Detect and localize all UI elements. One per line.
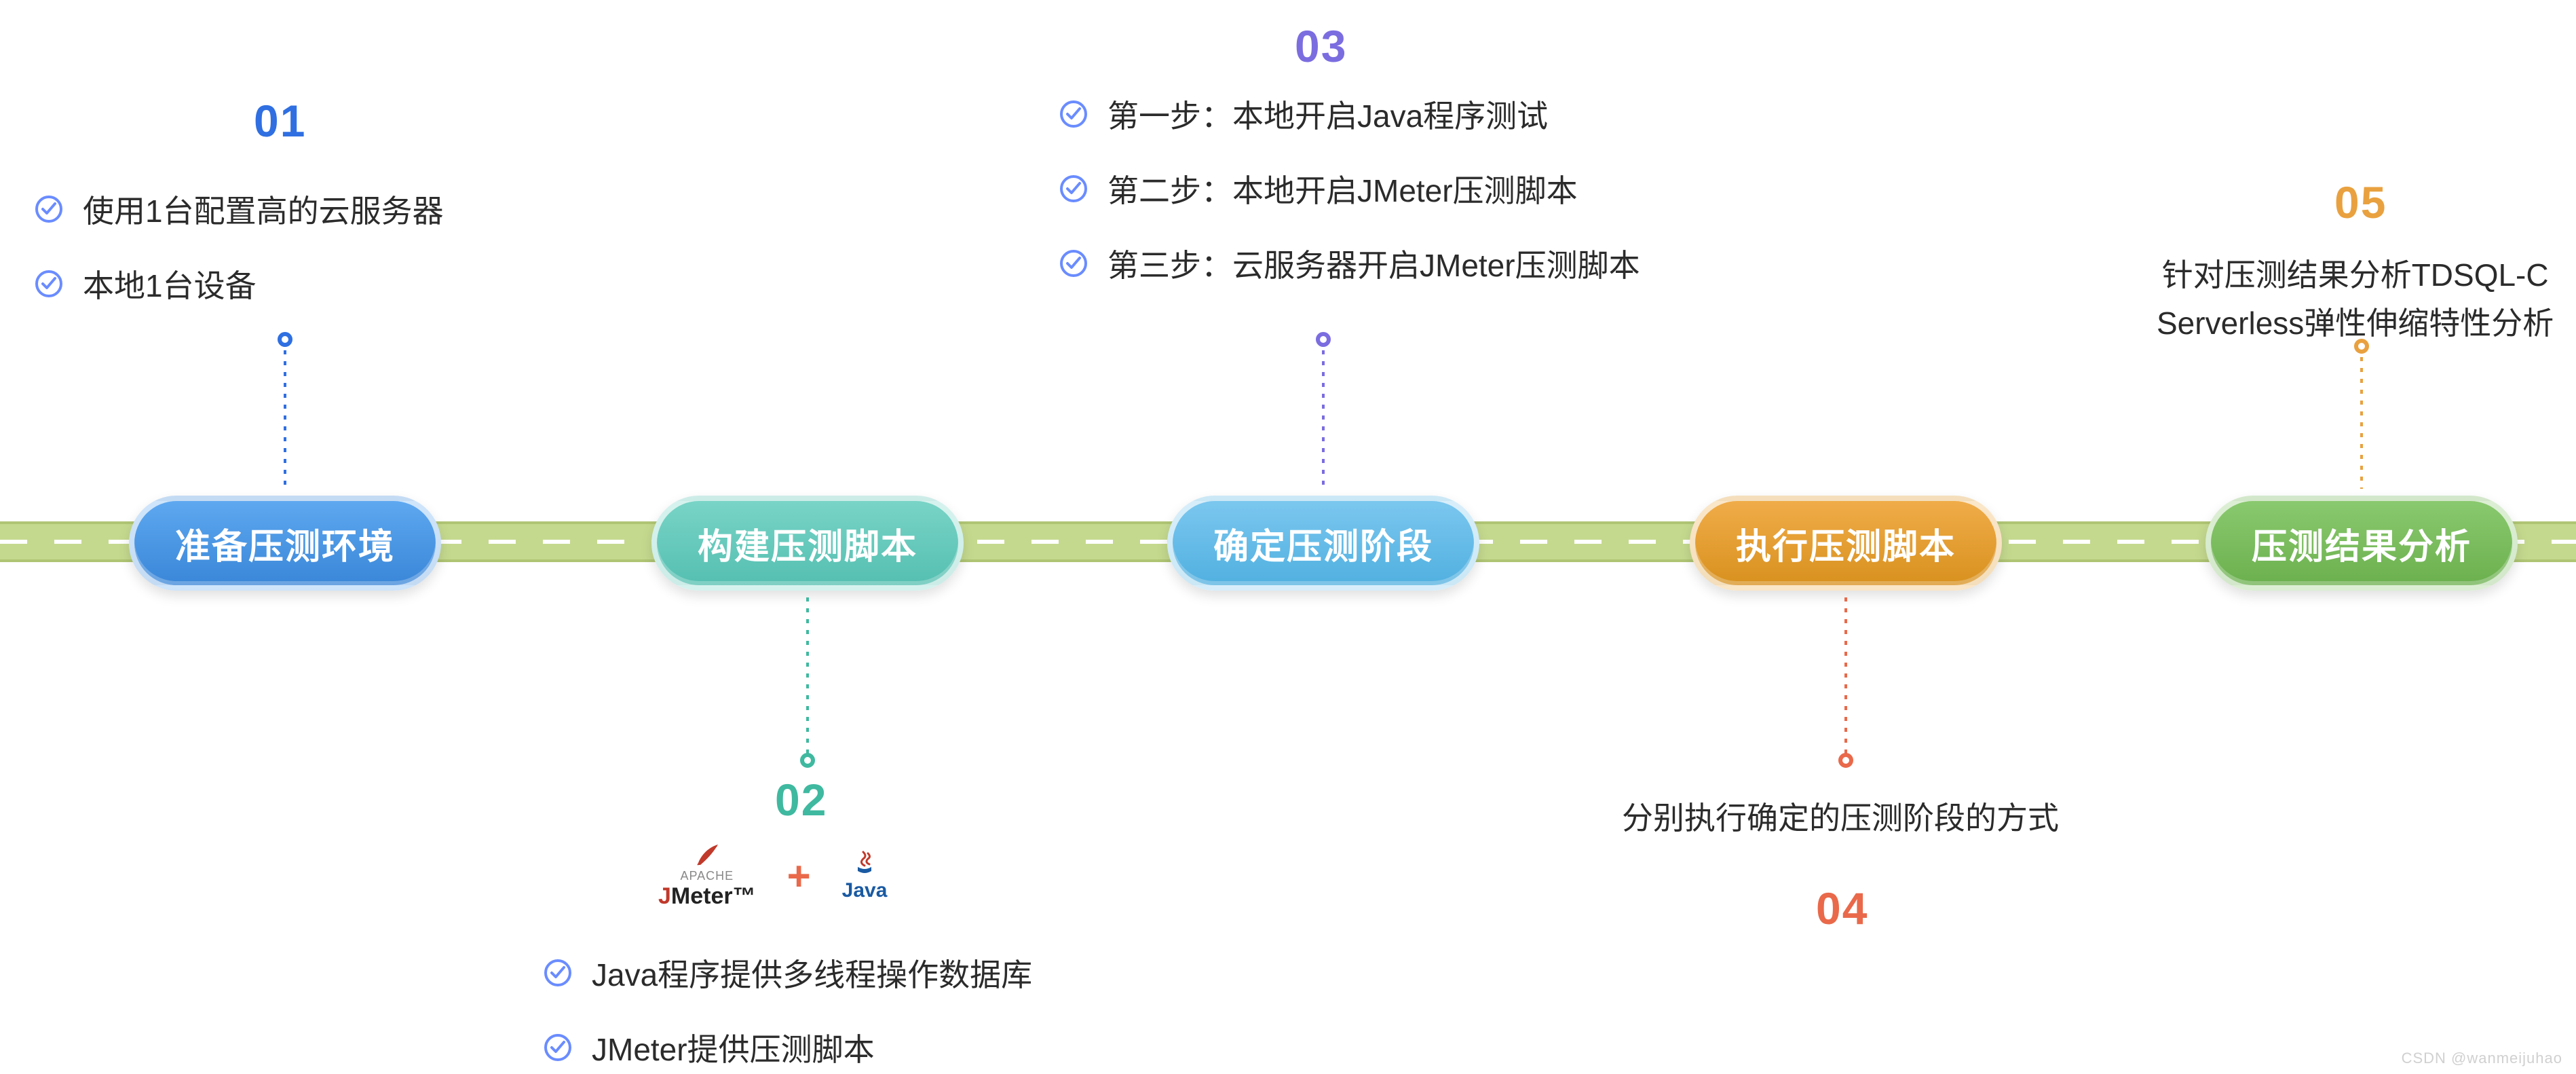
step1-bullets: 使用1台配置高的云服务器 本地1台设备 [34, 187, 444, 306]
step-pill-4: 执行压测脚本 [1690, 496, 2002, 591]
jmeter-name: JJMeterMeter™ [658, 883, 756, 910]
step-number-04: 04 [1816, 883, 1868, 934]
bullet-item: 使用1台配置高的云服务器 [34, 187, 444, 232]
step-pill-label: 压测结果分析 [2252, 518, 2471, 569]
connector-1 [284, 339, 286, 489]
connector-2 [806, 597, 809, 760]
step2-tools-row: APACHE JJMeterMeter™ + Java [658, 842, 887, 910]
check-icon [1059, 248, 1088, 278]
step-number-05: 05 [2334, 177, 2387, 228]
step5-line2: Serverless弹性伸缩特性分析 [2157, 305, 2554, 341]
step-number-03: 03 [1295, 20, 1347, 72]
connector-dot [800, 753, 815, 768]
step3-bullets: 第一步：本地开启Java程序测试 第二步：本地开启JMeter压测脚本 第三步：… [1059, 92, 1640, 286]
check-icon [1059, 174, 1088, 204]
step-pill-label: 执行压测脚本 [1736, 518, 1956, 569]
step-number-01: 01 [254, 95, 306, 147]
step4-text: 分别执行确定的压测阶段的方式 [1622, 794, 2059, 842]
bullet-text: 使用1台配置高的云服务器 [83, 187, 444, 232]
plus-icon: + [787, 853, 811, 900]
bullet-item: 第二步：本地开启JMeter压测脚本 [1059, 166, 1640, 211]
step-pill-label: 确定压测阶段 [1213, 518, 1433, 569]
step-pill-1: 准备压测环境 [129, 496, 441, 591]
bullet-item: JMeter提供压测脚本 [543, 1025, 1032, 1070]
bullet-item: 本地1台设备 [34, 261, 444, 306]
bullet-text: 第二步：本地开启JMeter压测脚本 [1107, 166, 1578, 211]
watermark: CSDN @wanmeijuhao [2402, 1050, 2562, 1067]
step-pill-2: 构建压测脚本 [651, 496, 964, 591]
check-icon [1059, 99, 1088, 129]
check-icon [34, 194, 64, 224]
step-pill-label: 准备压测环境 [175, 518, 395, 569]
bullet-text: 本地1台设备 [83, 261, 257, 306]
check-icon [34, 269, 64, 299]
step2-bullets: Java程序提供多线程操作数据库 JMeter提供压测脚本 [543, 950, 1032, 1070]
jmeter-logo: APACHE JJMeterMeter™ [658, 842, 756, 910]
java-name: Java [842, 879, 888, 902]
bullet-text: JMeter提供压测脚本 [592, 1025, 875, 1070]
connector-5 [2360, 346, 2363, 489]
step5-line1: 针对压测结果分析TDSQL-C [2162, 257, 2549, 293]
connector-dot [1838, 753, 1853, 768]
coffee-cup-icon [850, 849, 879, 879]
step-pill-label: 构建压测脚本 [698, 518, 917, 569]
step-number-02: 02 [775, 774, 827, 826]
feather-icon [694, 842, 721, 869]
bullet-item: Java程序提供多线程操作数据库 [543, 950, 1032, 995]
jmeter-brand: APACHE [680, 869, 734, 883]
bullet-item: 第三步：云服务器开启JMeter压测脚本 [1059, 241, 1640, 286]
step-pill-3: 确定压测阶段 [1167, 496, 1479, 591]
connector-4 [1844, 597, 1847, 760]
check-icon [543, 958, 573, 988]
java-logo: Java [842, 849, 888, 902]
connector-3 [1322, 339, 1325, 489]
bullet-text: Java程序提供多线程操作数据库 [592, 950, 1032, 995]
step5-text: 针对压测结果分析TDSQL-C Serverless弹性伸缩特性分析 [2157, 251, 2554, 348]
connector-dot [278, 332, 292, 347]
bullet-item: 第一步：本地开启Java程序测试 [1059, 92, 1640, 136]
check-icon [543, 1033, 573, 1062]
step-pill-5: 压测结果分析 [2205, 496, 2518, 591]
bullet-text: 第一步：本地开启Java程序测试 [1107, 92, 1548, 136]
connector-dot [1316, 332, 1331, 347]
bullet-text: 第三步：云服务器开启JMeter压测脚本 [1107, 241, 1640, 286]
